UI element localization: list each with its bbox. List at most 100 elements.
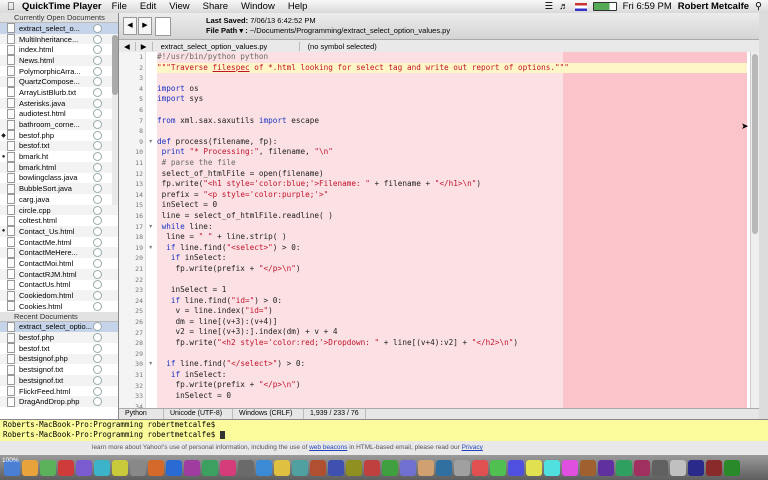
document-item[interactable]: carg.java <box>0 194 118 205</box>
dock-app-icon[interactable] <box>724 459 740 476</box>
document-item[interactable]: extract_select_o... <box>0 23 118 34</box>
close-document-icon[interactable] <box>93 162 102 172</box>
line-endings-popup[interactable]: Windows (CRLF) <box>233 409 304 419</box>
encoding-popup[interactable]: Unicode (UTF-8) <box>164 409 233 419</box>
close-document-icon[interactable] <box>93 216 102 226</box>
document-item[interactable]: bestsignof.txt <box>0 364 118 375</box>
dock-app-icon[interactable] <box>634 459 650 476</box>
document-item[interactable]: ContactUs.html <box>0 279 118 291</box>
dock-app-icon[interactable] <box>508 459 524 476</box>
document-item[interactable]: bestof.txt <box>0 140 118 152</box>
forward-icon[interactable]: ▶ <box>138 17 152 35</box>
dock-app-icon[interactable] <box>310 459 326 476</box>
close-document-icon[interactable] <box>93 291 102 301</box>
document-icon[interactable] <box>155 17 171 36</box>
dock-app-icon[interactable] <box>616 459 632 476</box>
document-item[interactable]: Asterisks.java <box>0 97 118 109</box>
dock-app-icon[interactable] <box>112 459 128 476</box>
dock-app-icon[interactable] <box>544 459 560 476</box>
close-document-icon[interactable] <box>93 184 102 194</box>
fold-triangle-icon[interactable]: ▼ <box>148 359 154 370</box>
back-icon[interactable]: ◀ <box>123 17 137 35</box>
next-doc-icon[interactable]: ▶ <box>136 41 153 51</box>
document-item[interactable]: ArrayListBlurb.txt <box>0 87 118 98</box>
dock-app-icon[interactable] <box>490 459 506 476</box>
document-item[interactable]: circle.cpp <box>0 204 118 216</box>
dock-app-icon[interactable] <box>148 459 164 476</box>
wifi-icon[interactable]: ☰ <box>545 1 554 12</box>
menu-share[interactable]: Share <box>203 1 228 12</box>
document-item[interactable]: audiotest.html <box>0 108 118 120</box>
symbol-popup[interactable]: (no symbol selected) <box>300 42 385 51</box>
language-popup[interactable]: Python <box>119 409 164 419</box>
close-document-icon[interactable] <box>93 269 102 279</box>
prev-doc-icon[interactable]: ◀ <box>119 41 136 51</box>
document-item[interactable]: extract_select_optio... <box>0 321 118 333</box>
document-item[interactable]: bestof.txt <box>0 343 118 354</box>
close-document-icon[interactable] <box>93 130 102 140</box>
close-document-icon[interactable] <box>93 226 102 236</box>
close-document-icon[interactable] <box>93 77 102 87</box>
document-item[interactable]: DragAndDrop.php <box>0 396 118 408</box>
dock-app-icon[interactable] <box>562 459 578 476</box>
dock-app-icon[interactable] <box>58 459 74 476</box>
document-item[interactable]: ContactRJM.html <box>0 268 118 280</box>
document-item[interactable]: News.html <box>0 55 118 66</box>
dock-app-icon[interactable] <box>22 459 38 476</box>
dock-app-icon[interactable] <box>274 459 290 476</box>
dock-app-icon[interactable] <box>400 459 416 476</box>
dock-app-icon[interactable] <box>94 459 110 476</box>
dock-app-icon[interactable] <box>202 459 218 476</box>
clock[interactable]: Fri 6:59 PM <box>623 1 672 12</box>
document-item[interactable]: Cookiedom.html <box>0 290 118 301</box>
dock-app-icon[interactable] <box>256 459 272 476</box>
dock-app-icon[interactable] <box>382 459 398 476</box>
menu-edit[interactable]: Edit <box>140 1 156 12</box>
dock-app-icon[interactable] <box>580 459 596 476</box>
dock-app-icon[interactable] <box>40 459 56 476</box>
close-document-icon[interactable] <box>93 205 102 215</box>
document-item[interactable]: ContactMoi.html <box>0 258 118 269</box>
app-menu[interactable]: QuickTime Player <box>22 1 102 12</box>
document-item[interactable]: ● bmark.ht <box>0 151 118 162</box>
dock-app-icon[interactable] <box>130 459 146 476</box>
close-document-icon[interactable] <box>93 55 102 65</box>
close-document-icon[interactable] <box>93 141 102 151</box>
file-path-label[interactable]: File Path ▾ : <box>206 26 248 35</box>
close-document-icon[interactable] <box>93 258 102 268</box>
document-popup[interactable]: extract_select_option_values.py <box>153 41 300 51</box>
close-document-icon[interactable] <box>93 386 102 396</box>
close-document-icon[interactable] <box>93 66 102 76</box>
close-document-icon[interactable] <box>93 34 102 44</box>
dock-app-icon[interactable] <box>238 459 254 476</box>
dock-app-icon[interactable] <box>526 459 542 476</box>
document-item[interactable]: ● Contact_Us.html <box>0 226 118 237</box>
close-document-icon[interactable] <box>93 248 102 258</box>
dock-app-icon[interactable] <box>454 459 470 476</box>
close-document-icon[interactable] <box>93 98 102 108</box>
terminal-window[interactable]: Roberts-MacBook-Pro:Programming robertme… <box>0 419 768 442</box>
document-item[interactable]: bestof.php <box>0 332 118 343</box>
document-item[interactable]: bestsignof.txt <box>0 375 118 386</box>
dock-app-icon[interactable] <box>688 459 704 476</box>
code-area[interactable]: #!/usr/bin/python python """Traverse file… <box>157 52 747 410</box>
dock-app-icon[interactable] <box>418 459 434 476</box>
dock-app-icon[interactable] <box>670 459 686 476</box>
document-item[interactable]: ContactMeHere... <box>0 247 118 259</box>
close-document-icon[interactable] <box>93 194 102 204</box>
close-document-icon[interactable] <box>93 365 102 375</box>
dock-app-icon[interactable] <box>436 459 452 476</box>
dock-app-icon[interactable] <box>76 459 92 476</box>
document-item[interactable]: bowlingclass.java <box>0 172 118 184</box>
close-document-icon[interactable] <box>93 397 102 407</box>
dock-app-icon[interactable] <box>364 459 380 476</box>
close-document-icon[interactable] <box>93 280 102 290</box>
close-document-icon[interactable] <box>93 109 102 119</box>
dock-app-icon[interactable] <box>706 459 722 476</box>
close-document-icon[interactable] <box>93 301 102 311</box>
fold-triangle-icon[interactable]: ▼ <box>148 137 154 148</box>
close-document-icon[interactable] <box>93 45 102 55</box>
document-item[interactable]: QuartzCompose... <box>0 76 118 88</box>
document-item[interactable]: MultiInheritance... <box>0 33 118 45</box>
close-document-icon[interactable] <box>93 173 102 183</box>
